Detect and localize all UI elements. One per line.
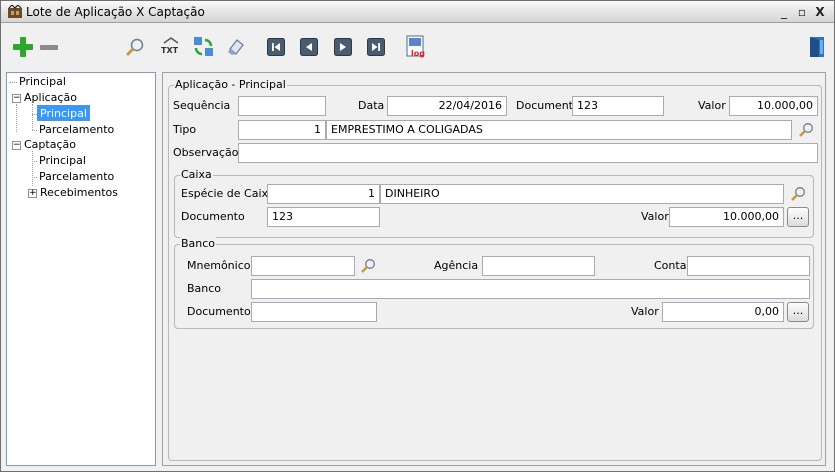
- caixa-documento-label: Documento: [181, 210, 245, 223]
- tree-item-aplicacao-principal[interactable]: Principal: [37, 105, 90, 121]
- toolbar: TXT log: [1, 24, 834, 68]
- search-icon: [791, 187, 805, 201]
- group-title: Aplicação - Principal: [174, 78, 287, 91]
- add-button[interactable]: [11, 35, 35, 59]
- tree-item-aplicacao-parcelamento[interactable]: Parcelamento: [39, 122, 114, 138]
- tipo-description-field[interactable]: EMPRESTIMO A COLIGADAS: [326, 120, 792, 140]
- tree-connector: [32, 151, 33, 186]
- exit-button[interactable]: [805, 35, 829, 59]
- close-button[interactable]: X: [812, 4, 828, 20]
- remove-button[interactable]: [37, 35, 61, 59]
- remove-icon: [40, 45, 58, 50]
- banco-label: Banco: [187, 282, 222, 295]
- tree-item-captacao-principal[interactable]: Principal: [39, 153, 86, 169]
- tree-connector: [32, 104, 33, 130]
- caixa-lookup-button[interactable]: ...: [787, 207, 809, 227]
- valor-field[interactable]: 10.000,00: [729, 96, 818, 116]
- especie-caixa-label: Espécie de Caixa: [181, 187, 275, 200]
- tree-connector: [9, 82, 17, 83]
- mnemonico-field[interactable]: [251, 256, 355, 276]
- tipo-code-field[interactable]: 1: [238, 120, 326, 140]
- minimize-button[interactable]: _: [776, 4, 792, 20]
- sequencia-label: Sequência: [173, 99, 231, 112]
- tree-item-recebimentos[interactable]: Recebimentos: [40, 185, 118, 201]
- eraser-button[interactable]: [224, 35, 248, 59]
- refresh-button[interactable]: [192, 35, 216, 59]
- documento-field[interactable]: 123: [572, 96, 664, 116]
- banco-group: Banco Mnemônico Agência Conta Banco Docu…: [174, 237, 814, 329]
- expand-recebimentos-icon[interactable]: +: [28, 189, 37, 198]
- agencia-label: Agência: [434, 259, 479, 272]
- especie-caixa-description-field[interactable]: DINHEIRO: [380, 184, 784, 204]
- sequencia-field[interactable]: [238, 96, 326, 116]
- search-icon: [361, 259, 375, 273]
- tree-connector: [16, 104, 17, 132]
- mnemonico-label: Mnemônico: [187, 259, 251, 272]
- search-button[interactable]: [123, 35, 147, 59]
- caixa-group-title: Caixa: [180, 168, 213, 181]
- tree-connector: [32, 130, 37, 131]
- add-icon: [13, 37, 33, 57]
- svg-text:TXT: TXT: [161, 46, 179, 55]
- observacao-label: Observação: [173, 146, 239, 159]
- caixa-valor-field[interactable]: 10.000,00: [669, 207, 784, 227]
- title-bar[interactable]: Lote de Aplicação X Captação _ ▫ X: [1, 1, 834, 23]
- main-panel: Aplicação - Principal Sequência Data 22/…: [162, 72, 826, 466]
- tree-item-captacao-parcelamento[interactable]: Parcelamento: [39, 169, 114, 185]
- caixa-documento-field[interactable]: 123: [267, 207, 380, 227]
- banco-group-title: Banco: [180, 237, 217, 250]
- observacao-field[interactable]: [238, 143, 818, 163]
- banco-field[interactable]: [251, 279, 810, 299]
- log-icon: log: [406, 35, 425, 58]
- tree-item-principal[interactable]: Principal: [19, 74, 66, 90]
- data-label: Data: [358, 99, 385, 112]
- next-record-button[interactable]: [331, 35, 355, 59]
- aplicacao-principal-group: Aplicação - Principal Sequência Data 22/…: [168, 78, 822, 461]
- txt-export-icon: TXT: [161, 37, 179, 55]
- collapse-aplicacao-icon[interactable]: −: [12, 94, 21, 103]
- banco-lookup-button[interactable]: ...: [787, 302, 809, 322]
- exit-door-icon: [810, 37, 824, 57]
- mnemonico-search-button[interactable]: [359, 257, 377, 275]
- collapse-captacao-icon[interactable]: −: [12, 141, 21, 150]
- search-icon: [125, 38, 144, 57]
- especie-caixa-code-field[interactable]: 1: [267, 184, 380, 204]
- restore-button[interactable]: ▫: [794, 4, 810, 20]
- first-record-icon: [267, 38, 285, 56]
- last-record-button[interactable]: [364, 35, 388, 59]
- svg-text:log: log: [411, 49, 425, 58]
- previous-record-icon: [300, 38, 318, 56]
- tree-connector: [32, 161, 37, 162]
- first-record-button[interactable]: [264, 35, 288, 59]
- banco-documento-field[interactable]: [251, 302, 377, 322]
- caixa-group: Caixa Espécie de Caixa 1 DINHEIRO Docume…: [174, 168, 814, 238]
- txt-export-button[interactable]: TXT: [159, 35, 183, 59]
- conta-label: Conta: [654, 259, 687, 272]
- eraser-icon: [228, 39, 244, 55]
- navigation-tree: Principal − Aplicação Principal Parcelam…: [6, 72, 156, 466]
- last-record-icon: [367, 38, 385, 56]
- banco-valor-label: Valor: [631, 305, 659, 318]
- app-logo-icon: [8, 5, 22, 18]
- tree-connector: [32, 177, 37, 178]
- especie-caixa-search-button[interactable]: [789, 185, 807, 203]
- search-icon: [799, 123, 813, 137]
- agencia-field[interactable]: [482, 256, 595, 276]
- data-field[interactable]: 22/04/2016: [387, 96, 507, 116]
- tipo-label: Tipo: [173, 123, 197, 136]
- log-button[interactable]: log: [404, 35, 428, 59]
- previous-record-button[interactable]: [297, 35, 321, 59]
- refresh-icon: [194, 37, 213, 56]
- app-window: Lote de Aplicação X Captação _ ▫ X TXT l…: [0, 0, 835, 472]
- tipo-search-button[interactable]: [797, 121, 815, 139]
- documento-label: Documento: [516, 99, 580, 112]
- valor-label: Valor: [698, 99, 726, 112]
- caixa-valor-label: Valor: [641, 210, 669, 223]
- next-record-icon: [334, 38, 352, 56]
- banco-valor-field[interactable]: 0,00: [662, 302, 784, 322]
- banco-documento-label: Documento: [187, 305, 251, 318]
- conta-field[interactable]: [687, 256, 810, 276]
- window-title: Lote de Aplicação X Captação: [26, 5, 205, 19]
